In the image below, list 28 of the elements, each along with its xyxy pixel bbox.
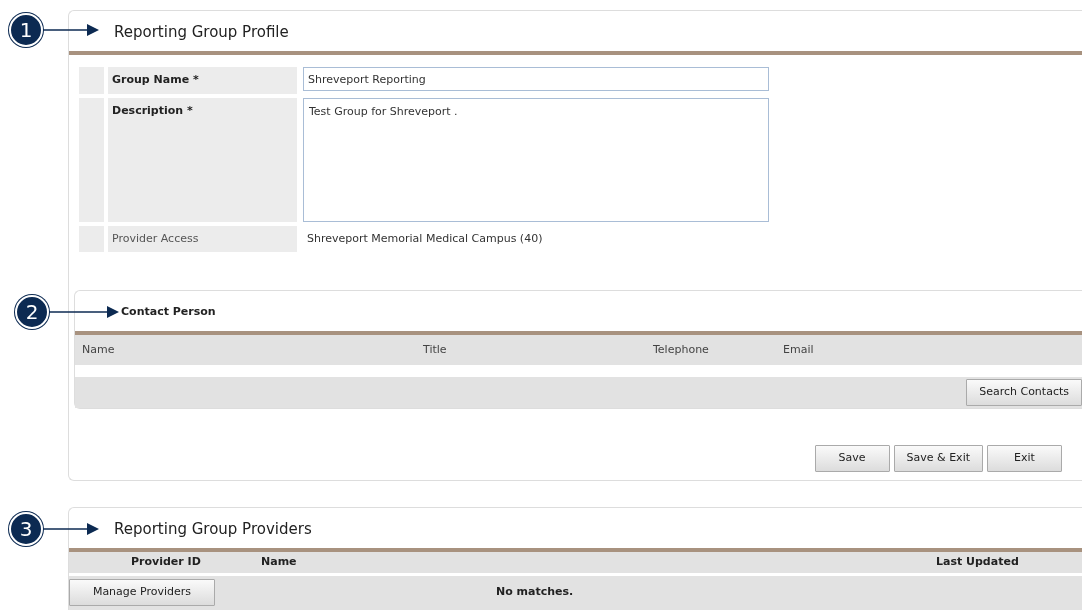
section-title: Contact Person: [121, 305, 216, 318]
column-header: Telephone: [653, 341, 710, 358]
action-button[interactable]: Save: [814, 445, 890, 472]
callout-number: 2: [15, 295, 49, 329]
callout-arrow: [49, 306, 119, 318]
column-header: Email: [783, 341, 815, 358]
callout-number: 1: [9, 13, 43, 47]
callout-arrow: [43, 24, 99, 36]
column-header: Title: [423, 341, 448, 358]
search-contacts-button[interactable]: Search Contacts: [966, 379, 1082, 406]
action-button[interactable]: Exit: [987, 445, 1062, 472]
callout-number: 3: [9, 511, 43, 546]
column-header: Provider ID: [131, 553, 202, 570]
manage-providers-button[interactable]: Manage Providers: [69, 579, 215, 606]
column-header: Name: [82, 341, 116, 358]
column-header: Name: [261, 553, 298, 570]
callout-arrow: [43, 522, 99, 535]
field-label: Description *: [108, 97, 297, 222]
field-label: Provider Access: [108, 225, 297, 252]
field-label: Group Name *: [108, 67, 297, 94]
input-field[interactable]: Shreveport Reporting: [303, 67, 769, 91]
field-value: Shreveport Memorial Medical Campus (40): [306, 230, 544, 247]
section-title: Reporting Group Providers: [114, 519, 312, 538]
section-title: Reporting Group Profile: [114, 23, 289, 41]
text-area[interactable]: Test Group for Shreveport .: [303, 97, 769, 222]
action-button[interactable]: Save & Exit: [893, 445, 983, 472]
column-header: Last Updated: [936, 553, 1020, 570]
empty-message: No matches.: [496, 584, 574, 601]
